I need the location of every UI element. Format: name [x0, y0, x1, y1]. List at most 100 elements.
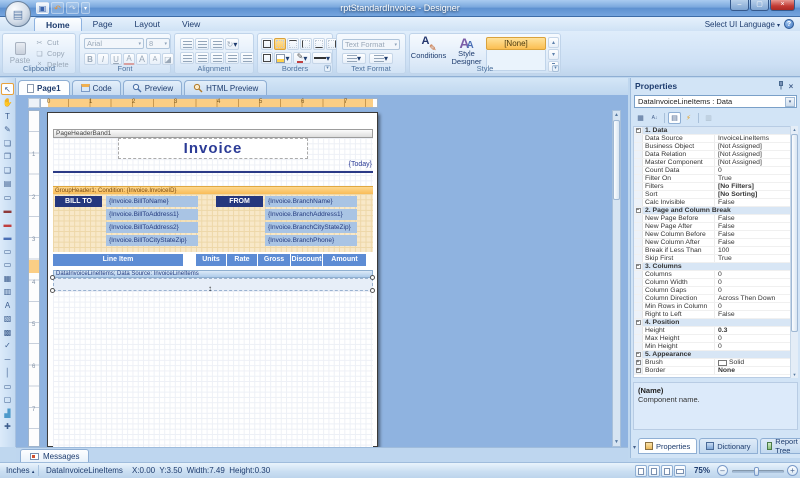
property-value[interactable]: 0: [715, 271, 797, 278]
align-bottom-button[interactable]: [210, 38, 224, 50]
property-value[interactable]: False: [715, 215, 797, 222]
bill-to-field-cell[interactable]: {Invoice.BillToName}: [106, 196, 198, 207]
bill-to-label-cell[interactable]: BILL TO: [55, 196, 102, 207]
tab-page1[interactable]: Page1: [18, 80, 70, 95]
property-value[interactable]: False: [715, 239, 797, 246]
property-value[interactable]: [Not Assigned]: [715, 143, 797, 150]
tab-home[interactable]: Home: [34, 17, 82, 31]
checkbox-component-icon[interactable]: ✓: [1, 340, 14, 352]
zoom-out-button[interactable]: –: [717, 465, 728, 476]
resize-handle[interactable]: [370, 275, 375, 280]
property-value[interactable]: InvoiceLineItems: [715, 135, 797, 142]
expand-icon[interactable]: +: [635, 368, 641, 373]
property-value[interactable]: 0: [715, 279, 797, 286]
single-page-view-button[interactable]: [635, 465, 647, 477]
pan-tool-icon[interactable]: ✋: [1, 97, 14, 109]
property-value[interactable]: [No Sorting]: [715, 191, 797, 198]
property-value[interactable]: 0: [715, 343, 797, 350]
page-component-icon[interactable]: ▤: [1, 178, 14, 190]
scroll-down-icon[interactable]: ▼: [791, 371, 798, 378]
property-value[interactable]: True: [715, 255, 797, 262]
gallery-up-button[interactable]: ▴: [548, 37, 559, 48]
property-value[interactable]: 0.3: [715, 327, 797, 334]
property-value[interactable]: True: [715, 175, 797, 182]
data-band-label[interactable]: DataInvoiceLineItems; Data Source: Invoi…: [53, 270, 373, 278]
bill-to-field-cell[interactable]: {Invoice.BillToAddress2}: [106, 222, 198, 233]
outer-border-button[interactable]: [261, 52, 273, 64]
report-page[interactable]: PageHeaderBand1 Invoice {Today} GroupHea…: [47, 112, 378, 447]
property-value[interactable]: False: [715, 231, 797, 238]
from-label-cell[interactable]: FROM: [216, 196, 263, 207]
property-value[interactable]: Across Then Down: [715, 295, 797, 302]
border-style-button[interactable]: ▾: [312, 52, 332, 64]
whole-page-view-button[interactable]: [674, 465, 686, 477]
all-borders-button[interactable]: [261, 38, 273, 50]
align-left-button[interactable]: [180, 52, 194, 64]
tab-html-preview[interactable]: HTML Preview: [184, 80, 268, 95]
bottom-border-button[interactable]: [313, 38, 325, 50]
align-right-button[interactable]: [210, 52, 224, 64]
text-cursor-tool-icon[interactable]: T: [1, 110, 14, 122]
align-center-button[interactable]: [195, 52, 209, 64]
office-button[interactable]: ▤: [5, 1, 31, 27]
messages-tab[interactable]: Messages: [20, 449, 90, 463]
text-format-combo[interactable]: Text Format ▾: [342, 39, 400, 50]
continuous-view-button[interactable]: [648, 465, 660, 477]
column-header-cell[interactable]: Line Item: [53, 254, 183, 266]
tab-code[interactable]: Code: [71, 80, 121, 95]
invoice-title-textbox[interactable]: Invoice: [118, 138, 308, 159]
panel-tab-report-tree[interactable]: Report Tree: [759, 437, 800, 455]
property-value[interactable]: 100: [715, 247, 797, 254]
scroll-up-icon[interactable]: ▲: [791, 126, 798, 133]
from-field-cell[interactable]: {Invoice.BranchPhone}: [265, 235, 357, 246]
close-panel-icon[interactable]: ×: [786, 82, 796, 91]
property-value[interactable]: False: [715, 311, 797, 318]
events-icon[interactable]: ⚡: [682, 112, 695, 124]
minimize-button[interactable]: –: [730, 0, 749, 11]
collapse-icon[interactable]: −: [635, 128, 641, 133]
chart-component-icon[interactable]: ▟: [1, 407, 14, 419]
column-header-cell[interactable]: Gross: [258, 254, 290, 266]
clipboard-tool-icon[interactable]: ❐: [1, 151, 14, 163]
align-justify-button[interactable]: [225, 52, 239, 64]
no-borders-button[interactable]: [274, 38, 286, 50]
group-header-band-label[interactable]: GroupHeader1; Condition: {Invoice.Invoic…: [53, 186, 373, 194]
expand-icon[interactable]: +: [635, 360, 641, 365]
left-border-button[interactable]: [300, 38, 312, 50]
report-title-band-icon[interactable]: ▭: [1, 191, 14, 203]
group-footer-band-icon[interactable]: ▭: [1, 245, 14, 257]
from-field-cell[interactable]: {Invoice.BranchCityStateZip}: [265, 222, 357, 233]
resize-handle[interactable]: [50, 288, 55, 293]
column-header-cell[interactable]: Units: [196, 254, 226, 266]
categorized-icon[interactable]: ▦: [634, 112, 647, 124]
data-band-icon[interactable]: ▬: [1, 232, 14, 244]
pin-icon[interactable]: [776, 80, 786, 92]
tab-preview[interactable]: Preview: [122, 80, 183, 95]
property-value[interactable]: 0: [715, 335, 797, 342]
resize-handle[interactable]: [50, 275, 55, 280]
cross-tab-icon[interactable]: ▦: [1, 272, 14, 284]
fill-color-button[interactable]: ▾: [274, 52, 292, 64]
component-selector-combo[interactable]: DataInvoiceLineItems : Data ▾: [634, 95, 797, 108]
rotate-text-button[interactable]: ↻ ▾: [225, 38, 239, 50]
property-value[interactable]: 0: [715, 287, 797, 294]
collapse-icon[interactable]: −: [635, 264, 641, 269]
tab-layout[interactable]: Layout: [123, 17, 171, 31]
column-header-cell[interactable]: Rate: [227, 254, 257, 266]
word-wrap-button[interactable]: [240, 52, 254, 64]
page-header-band-label[interactable]: PageHeaderBand1: [53, 129, 373, 138]
from-field-cell[interactable]: {Invoice.BranchName}: [265, 196, 357, 207]
clone-tool-icon[interactable]: ❑: [1, 164, 14, 176]
zoom-slider-thumb[interactable]: [754, 467, 759, 476]
style-none-swatch[interactable]: [None]: [486, 37, 546, 50]
data-band-body[interactable]: [53, 278, 373, 291]
align-top-button[interactable]: [180, 38, 194, 50]
tab-page[interactable]: Page: [82, 17, 124, 31]
cut-button[interactable]: ✂ Cut: [35, 37, 75, 48]
more-tools-icon[interactable]: ✚: [1, 421, 14, 433]
property-value[interactable]: 0: [715, 303, 797, 310]
page-header-band-icon[interactable]: ▬: [1, 205, 14, 217]
maximize-button[interactable]: ▢: [750, 0, 769, 11]
zoom-in-button[interactable]: +: [787, 465, 798, 476]
vertical-line-icon[interactable]: │: [1, 367, 14, 379]
